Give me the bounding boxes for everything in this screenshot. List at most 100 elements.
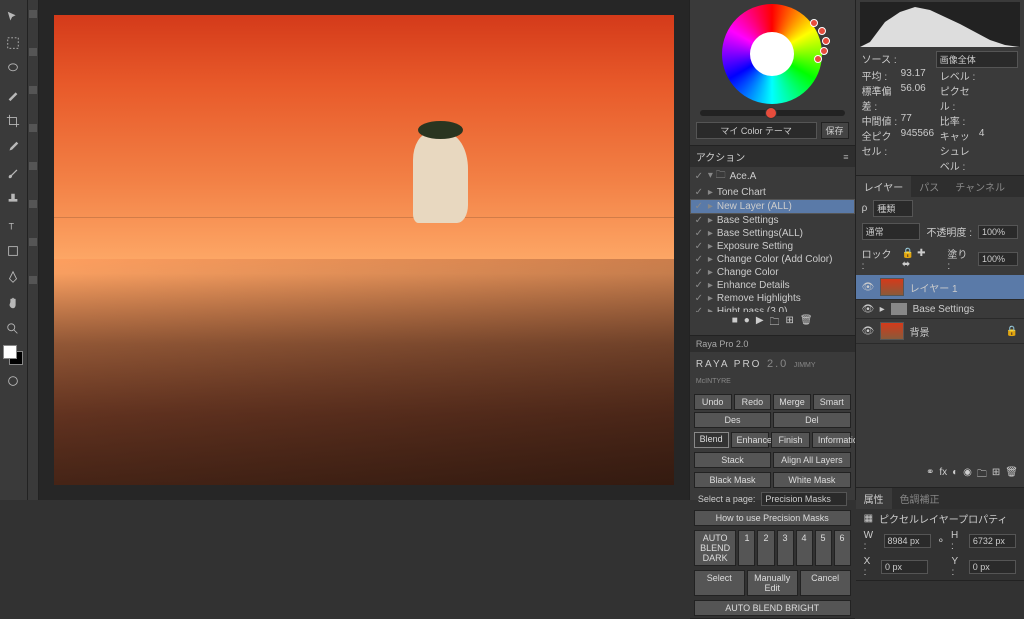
actions-footer: ■ ● ▶ 🗀 ⊞ 🗑	[690, 312, 855, 335]
raya-brand: RAYA PRO 2.0 JIMMY McINTYRE	[690, 352, 855, 392]
new-icon[interactable]: ⊞	[786, 315, 794, 332]
button-redo[interactable]: Redo	[734, 394, 772, 410]
actions-list: ✓▾ 🗀Ace.A✓▸Tone Chart✓▸New Layer (ALL)✓▸…	[690, 167, 855, 312]
action-item[interactable]: ✓▸Remove Highlights	[690, 292, 855, 305]
action-item[interactable]: ✓▸Base Settings(ALL)	[690, 227, 855, 240]
button-del[interactable]: Del	[773, 412, 850, 428]
action-item[interactable]: ✓▸Change Color	[690, 266, 855, 279]
raya-header: Raya Pro 2.0	[690, 336, 855, 352]
source-label: ソース :	[862, 51, 936, 68]
auto-blend-bright-button[interactable]: AUTO BLEND BRIGHT	[694, 600, 851, 616]
button-select[interactable]: Select	[694, 570, 745, 596]
blend-mode-select[interactable]: 通常	[862, 223, 921, 240]
crop-tool[interactable]	[1, 109, 25, 133]
canvas-area	[39, 0, 689, 500]
action-item[interactable]: ✓▸Change Color (Add Color)	[690, 253, 855, 266]
button-cancel[interactable]: Cancel	[800, 570, 851, 596]
source-select[interactable]: 画像全体	[936, 51, 1018, 68]
y-value: 0 px	[969, 560, 1016, 574]
select-page-dropdown[interactable]: Precision Masks	[761, 492, 846, 506]
record-icon[interactable]: ▶	[756, 315, 764, 332]
button-information[interactable]: Information	[812, 432, 851, 448]
button-undo[interactable]: Undo	[694, 394, 732, 410]
button-enhance[interactable]: Enhance	[731, 432, 770, 448]
trash-icon[interactable]: 🗑	[1005, 467, 1018, 484]
new-layer-icon[interactable]: ⊞	[992, 467, 1000, 484]
opacity-input[interactable]: 100%	[978, 225, 1018, 239]
lasso-tool[interactable]	[1, 57, 25, 81]
actions-header: アクション≡	[690, 146, 855, 167]
action-item[interactable]: ✓▸Hight pass (3.0)	[690, 305, 855, 312]
brush-tool[interactable]	[1, 161, 25, 185]
action-item[interactable]: ✓▸Base Settings	[690, 214, 855, 227]
layer-item[interactable]: 👁背景🔒	[856, 319, 1024, 344]
num-button-2[interactable]: 2	[757, 530, 774, 566]
middle-panel-column: マイ Color テーマ 保存 アクション≡ ✓▾ 🗀Ace.A✓▸Tone C…	[689, 0, 855, 500]
type-tool[interactable]: T	[1, 213, 25, 237]
visibility-icon[interactable]: 👁	[862, 282, 874, 293]
adjust-tab[interactable]: 色調補正	[892, 488, 948, 509]
layer-item[interactable]: 👁レイヤー 1	[856, 275, 1024, 300]
how-to-button[interactable]: How to use Precision Masks	[694, 510, 851, 526]
folder-icon[interactable]: 🗀	[977, 467, 987, 484]
mask-icon[interactable]: ◐	[952, 467, 958, 484]
eyedropper-tool[interactable]	[1, 135, 25, 159]
button-des[interactable]: Des	[694, 412, 771, 428]
save-theme-button[interactable]: 保存	[821, 122, 849, 139]
num-button-1[interactable]: 1	[738, 530, 755, 566]
svg-text:T: T	[9, 221, 15, 231]
layer-kind[interactable]: 種類	[873, 200, 913, 217]
shape-tool[interactable]	[1, 239, 25, 263]
play-icon[interactable]: ●	[744, 315, 750, 332]
button-align-all-layers[interactable]: Align All Layers	[773, 452, 850, 468]
button-finish[interactable]: Finish	[771, 432, 810, 448]
fill-input[interactable]: 100%	[978, 252, 1018, 266]
layer-item[interactable]: 👁▸Base Settings	[856, 300, 1024, 319]
tools-toolbar: T	[0, 0, 28, 500]
button-white-mask[interactable]: White Mask	[773, 472, 850, 488]
action-item[interactable]: ✓▸New Layer (ALL)	[690, 199, 855, 214]
auto-blend-dark-button[interactable]: AUTO BLEND DARK	[694, 530, 737, 566]
zoom-tool[interactable]	[1, 317, 25, 341]
tab-レイヤー[interactable]: レイヤー	[856, 176, 912, 197]
folder-icon[interactable]: 🗀	[770, 315, 780, 332]
action-item[interactable]: ✓▸Exposure Setting	[690, 240, 855, 253]
color-wheel[interactable]	[722, 4, 822, 104]
canvas-image[interactable]	[54, 15, 674, 485]
color-slider[interactable]	[700, 110, 845, 116]
wand-tool[interactable]	[1, 83, 25, 107]
move-tool[interactable]	[1, 5, 25, 29]
button-merge[interactable]: Merge	[773, 394, 811, 410]
stamp-tool[interactable]	[1, 187, 25, 211]
button-manually-edit[interactable]: Manually Edit	[747, 570, 798, 596]
button-black-mask[interactable]: Black Mask	[694, 472, 771, 488]
tab-パス[interactable]: パス	[911, 176, 947, 197]
adjust-icon[interactable]: ◉	[963, 467, 972, 484]
action-item[interactable]: ✓▸Tone Chart	[690, 186, 855, 199]
visibility-icon[interactable]: 👁	[862, 326, 874, 337]
visibility-icon[interactable]: 👁	[862, 304, 874, 315]
num-button-6[interactable]: 6	[834, 530, 851, 566]
button-smart[interactable]: Smart	[813, 394, 851, 410]
trash-icon[interactable]: 🗑	[800, 315, 813, 332]
num-button-3[interactable]: 3	[777, 530, 794, 566]
num-button-4[interactable]: 4	[796, 530, 813, 566]
hand-tool[interactable]	[1, 291, 25, 315]
stop-icon[interactable]: ■	[732, 315, 738, 332]
collapsed-panel-strip	[28, 0, 39, 500]
props-tab[interactable]: 属性	[856, 488, 892, 509]
fx-icon[interactable]: fx	[939, 467, 947, 484]
marquee-tool[interactable]	[1, 31, 25, 55]
num-button-5[interactable]: 5	[815, 530, 832, 566]
x-value: 0 px	[881, 560, 928, 574]
action-item[interactable]: ✓▸Enhance Details	[690, 279, 855, 292]
button-blend[interactable]: Blend	[694, 432, 729, 448]
tab-チャンネル[interactable]: チャンネル	[947, 176, 1013, 197]
quickmask-tool[interactable]	[1, 369, 25, 393]
pen-tool[interactable]	[1, 265, 25, 289]
action-item[interactable]: ✓▾ 🗀Ace.A	[690, 167, 855, 186]
button-stack[interactable]: Stack	[694, 452, 771, 468]
color-swatch[interactable]	[3, 345, 23, 365]
link-icon[interactable]: ⚭	[926, 467, 934, 484]
color-theme-input[interactable]: マイ Color テーマ	[696, 122, 817, 139]
